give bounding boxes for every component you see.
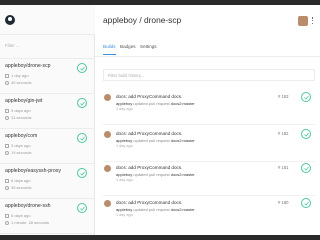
divider (103, 124, 315, 125)
repo-list: appleboy/drone-scp 1 day ago 40 seconds … (0, 59, 95, 234)
check-circle-icon (77, 168, 87, 178)
calendar-icon (5, 178, 9, 183)
build-event: appleboy updated pull request docs2:mast… (116, 101, 195, 106)
repo-meta-duration: 19 seconds (5, 150, 31, 155)
check-circle-icon (301, 163, 311, 173)
repo-name: appleboy/drone-ssh (5, 203, 51, 209)
build-time: 1 day ago (116, 107, 133, 111)
clock-icon (5, 220, 9, 225)
sidebar-repo-item[interactable]: appleboy/com 3 days ago 19 seconds (0, 129, 95, 164)
repo-filter-input[interactable]: Filter ... (0, 35, 95, 59)
repo-meta-date: 1 day ago (5, 73, 29, 78)
repo-meta-duration: 40 seconds (5, 80, 31, 85)
tab-builds[interactable]: Builds (103, 44, 116, 55)
sidebar-repo-item[interactable]: appleboy/easyssh-proxy 5 days ago 39 sec… (0, 164, 95, 199)
author-avatar (104, 131, 111, 138)
drone-logo-icon (5, 15, 15, 25)
repo-meta-date: 6 days ago (5, 213, 31, 218)
sidebar-repo-item[interactable]: appleboy/drone-ssh 6 days ago 1 minute, … (0, 199, 95, 234)
check-circle-icon (77, 63, 87, 73)
repo-name: appleboy/easyssh-proxy (5, 168, 61, 174)
calendar-icon (5, 108, 9, 113)
check-circle-icon (77, 98, 87, 108)
commit-message: docs: add ProxyCommand docs. (116, 131, 183, 136)
build-item[interactable]: docs: add ProxyCommand docs. appleboy up… (95, 162, 320, 196)
repo-meta-duration: 39 seconds (5, 185, 31, 190)
build-number: # 181 (278, 165, 289, 170)
repo-header: appleboy / drone-scp Builds Badges Setti… (95, 5, 320, 57)
build-time: 1 day ago (116, 144, 133, 148)
divider (103, 195, 315, 196)
screenshot-frame: Filter ... appleboy/drone-scp 1 day ago … (0, 0, 320, 240)
calendar-icon (5, 73, 9, 78)
build-event: appleboy updated pull request docs2:mast… (116, 138, 195, 143)
commit-message: docs: add ProxyCommand docs. (116, 165, 183, 170)
tab-badges[interactable]: Badges (120, 44, 136, 49)
repo-name: appleboy/gin-jwt (5, 98, 43, 104)
sidebar-repo-item[interactable]: appleboy/gin-jwt 3 days ago 31 seconds (0, 94, 95, 129)
author-avatar (104, 200, 111, 207)
check-circle-icon (301, 129, 311, 139)
commit-message: docs: add ProxyCommand docs. (116, 94, 183, 99)
repo-name: appleboy/com (5, 133, 38, 139)
build-filter-input[interactable]: Filter build history... (103, 69, 315, 81)
check-circle-icon (301, 198, 311, 208)
check-circle-icon (77, 203, 87, 213)
sidebar-repo-item[interactable]: appleboy/drone-scp 1 day ago 40 seconds (0, 59, 95, 94)
build-item[interactable]: docs: add ProxyCommand docs. appleboy up… (95, 91, 320, 125)
clock-icon (5, 80, 9, 85)
repo-name: appleboy/drone-scp (5, 63, 51, 69)
build-time: 1 day ago (116, 178, 133, 182)
page-title: appleboy / drone-scp (103, 15, 182, 25)
check-circle-icon (77, 133, 87, 143)
tab-settings[interactable]: Settings (140, 44, 157, 49)
repo-meta-date: 3 days ago (5, 108, 31, 113)
logo[interactable] (0, 5, 95, 35)
clock-icon (5, 150, 9, 155)
repo-meta-duration: 31 seconds (5, 115, 31, 120)
commit-message: docs: add ProxyCommand docs. (116, 200, 183, 205)
sidebar: Filter ... appleboy/drone-scp 1 day ago … (0, 5, 95, 235)
build-number: # 183 (278, 94, 289, 99)
build-event: appleboy updated pull request docs2:mast… (116, 207, 195, 212)
calendar-icon (5, 143, 9, 148)
build-event: appleboy updated pull request docs2:mast… (116, 172, 195, 177)
build-number: # 180 (278, 200, 289, 205)
build-history: Filter build history... docs: add ProxyC… (95, 57, 320, 235)
author-avatar (104, 94, 111, 101)
repo-meta-duration: 1 minute, 28 seconds (5, 220, 49, 225)
build-item[interactable]: docs: add ProxyCommand docs. appleboy up… (95, 128, 320, 162)
build-time: 1 day ago (116, 213, 133, 217)
more-vertical-icon[interactable] (311, 17, 314, 26)
app-window: Filter ... appleboy/drone-scp 1 day ago … (0, 5, 320, 235)
repo-meta-date: 3 days ago (5, 143, 31, 148)
build-item[interactable]: docs: add ProxyCommand docs. appleboy up… (95, 197, 320, 231)
clock-icon (5, 185, 9, 190)
user-avatar[interactable] (298, 16, 308, 26)
build-number: # 182 (278, 131, 289, 136)
calendar-icon (5, 213, 9, 218)
clock-icon (5, 115, 9, 120)
repo-meta-date: 5 days ago (5, 178, 31, 183)
author-avatar (104, 165, 111, 172)
check-circle-icon (301, 92, 311, 102)
